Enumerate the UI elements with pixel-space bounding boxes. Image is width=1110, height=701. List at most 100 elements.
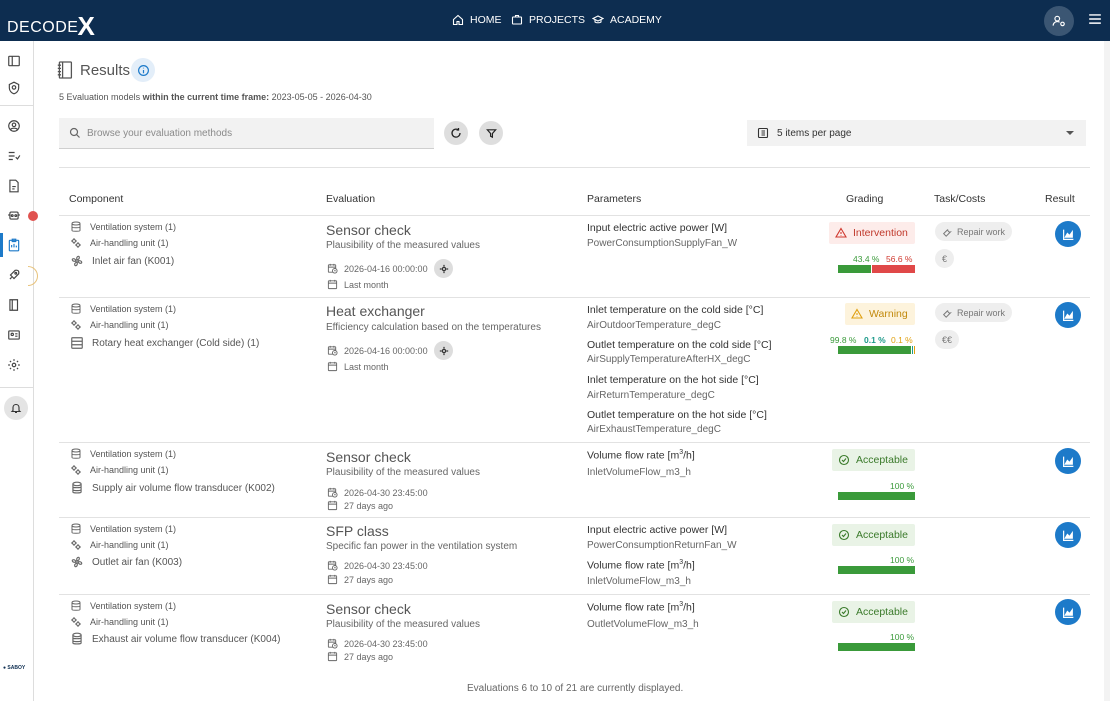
- refresh-button[interactable]: [444, 121, 468, 145]
- evaluation-title[interactable]: Sensor check: [326, 449, 411, 465]
- nav-projects[interactable]: PROJECTS: [511, 14, 585, 26]
- parameter-variable[interactable]: AirSupplyTemperatureAfterHX_degC: [587, 354, 750, 365]
- info-icon: [137, 64, 149, 76]
- task-repair-work[interactable]: Repair work: [935, 303, 1013, 322]
- gear-icon[interactable]: [7, 358, 21, 372]
- system-stack-icon: [71, 600, 81, 611]
- grade-badge-acceptable[interactable]: Acceptable: [832, 524, 915, 546]
- user-gear-icon: [1052, 15, 1065, 27]
- parameter-name: Outlet temperature on the hot side [°C]: [587, 409, 767, 421]
- filter-button[interactable]: [479, 121, 503, 145]
- items-per-page-select[interactable]: 5 items per page: [747, 120, 1086, 146]
- grade-badge-acceptable[interactable]: Acceptable: [832, 601, 915, 623]
- notifications-button[interactable]: [4, 396, 28, 420]
- result-chart-button[interactable]: [1055, 448, 1081, 474]
- component-unit: Air-handling unit (1): [70, 319, 169, 331]
- parameter-variable[interactable]: PowerConsumptionSupplyFan_W: [587, 238, 737, 249]
- evaluation-title[interactable]: Heat exchanger: [326, 303, 425, 319]
- col-header-task-costs[interactable]: Task/Costs: [934, 193, 985, 205]
- col-header-parameters[interactable]: Parameters: [587, 193, 641, 205]
- parameter-variable[interactable]: InletVolumeFlow_m3_h: [587, 467, 691, 478]
- calendar-clock-icon: [327, 560, 338, 571]
- result-chart-button[interactable]: [1055, 221, 1081, 247]
- grade-percent-teal: 0.1 %: [864, 335, 886, 345]
- warning-triangle-icon: [835, 227, 847, 238]
- evaluation-title[interactable]: Sensor check: [326, 222, 411, 238]
- nav-academy-label: ACADEMY: [610, 14, 662, 26]
- grade-bar-green: [838, 492, 915, 500]
- nav-academy[interactable]: ACADEMY: [592, 14, 662, 26]
- fan-icon: [71, 556, 83, 568]
- user-settings-button[interactable]: [1044, 6, 1074, 36]
- evaluation-title[interactable]: SFP class: [326, 523, 389, 539]
- grade-bar-green: [838, 566, 915, 574]
- parameter-name: Outlet temperature on the cold side [°C]: [587, 339, 772, 351]
- grade-badge-warning[interactable]: Warning: [845, 303, 915, 325]
- nav-home[interactable]: HOME: [452, 14, 502, 26]
- wrench-icon: [942, 228, 952, 237]
- app-logo[interactable]: DECODEX: [7, 8, 95, 41]
- grade-badge-acceptable[interactable]: Acceptable: [832, 449, 915, 471]
- component-name[interactable]: Inlet air fan (K001): [70, 254, 174, 268]
- task-repair-work[interactable]: Repair work: [935, 222, 1013, 241]
- parameter-variable[interactable]: PowerConsumptionReturnFan_W: [587, 540, 737, 551]
- system-stack-icon: [71, 448, 81, 459]
- evaluation-settings-button[interactable]: [434, 341, 453, 360]
- checklist-icon[interactable]: [7, 149, 21, 163]
- grade-bar-red: [872, 265, 915, 273]
- rocket-icon[interactable]: [7, 268, 21, 282]
- book-icon[interactable]: [7, 298, 21, 312]
- unit-gears-icon: [71, 617, 81, 627]
- filter-icon: [485, 128, 497, 138]
- grade-percent-green: 100 %: [890, 632, 915, 642]
- flow-transducer-icon: [72, 632, 82, 645]
- id-card-icon[interactable]: [7, 328, 21, 342]
- parameter-variable[interactable]: AirExhaustTemperature_degC: [587, 424, 721, 435]
- document-icon[interactable]: [7, 179, 21, 193]
- component-name[interactable]: Outlet air fan (K003): [70, 555, 182, 569]
- col-header-grading[interactable]: Grading: [846, 193, 883, 205]
- grade-badge-intervention[interactable]: Intervention: [829, 222, 915, 244]
- dashboard-icon[interactable]: [7, 119, 21, 133]
- evaluation-relative-time: 27 days ago: [327, 500, 393, 511]
- search-box: [59, 118, 434, 149]
- component-name[interactable]: Rotary heat exchanger (Cold side) (1): [70, 336, 259, 350]
- results-icon[interactable]: [7, 238, 21, 252]
- calendar-icon: [327, 574, 338, 585]
- parameter-variable[interactable]: AirReturnTemperature_degC: [587, 390, 715, 401]
- result-chart-button[interactable]: [1055, 302, 1081, 328]
- parameter-name: Input electric active power [W]: [587, 524, 728, 536]
- col-header-component[interactable]: Component: [69, 193, 123, 205]
- grade-percent-yellow: 0.1 %: [891, 335, 913, 345]
- system-stack-icon: [71, 221, 81, 232]
- parameter-variable[interactable]: OutletVolumeFlow_m3_h: [587, 619, 699, 630]
- shield-icon[interactable]: [7, 81, 21, 95]
- grade-bar-green: [838, 346, 912, 354]
- result-chart-button[interactable]: [1055, 599, 1081, 625]
- evaluation-settings-button[interactable]: [434, 259, 453, 278]
- evaluation-title[interactable]: Sensor check: [326, 601, 411, 617]
- col-header-result[interactable]: Result: [1045, 193, 1075, 205]
- calendar-icon: [327, 361, 338, 372]
- component-name[interactable]: Supply air volume flow transducer (K002): [70, 481, 275, 495]
- result-chart-button[interactable]: [1055, 522, 1081, 548]
- robot-icon[interactable]: [7, 208, 21, 222]
- component-system: Ventilation system (1): [70, 523, 176, 535]
- hamburger-menu-icon[interactable]: [1088, 12, 1102, 26]
- search-input[interactable]: [87, 127, 417, 139]
- parameter-name: Volume flow rate [m3/h]: [587, 601, 695, 614]
- warning-triangle-icon: [851, 308, 863, 319]
- col-header-evaluation[interactable]: Evaluation: [326, 193, 375, 205]
- vertical-scrollbar[interactable]: [1104, 41, 1110, 701]
- grade-bar: [838, 643, 915, 651]
- cog-icon: [439, 346, 448, 355]
- component-name[interactable]: Exhaust air volume flow transducer (K004…: [70, 632, 280, 646]
- parameter-variable[interactable]: AirOutdoorTemperature_degC: [587, 320, 721, 331]
- sidebar-toggle-icon[interactable]: [7, 54, 21, 68]
- evaluation-subtitle: Plausibility of the measured values: [326, 240, 480, 251]
- refresh-icon: [451, 128, 461, 138]
- parameter-variable[interactable]: InletVolumeFlow_m3_h: [587, 576, 691, 587]
- evaluation-date: 2026-04-30 23:45:00: [327, 487, 428, 498]
- area-chart-icon: [1062, 310, 1073, 321]
- info-button[interactable]: [131, 58, 155, 82]
